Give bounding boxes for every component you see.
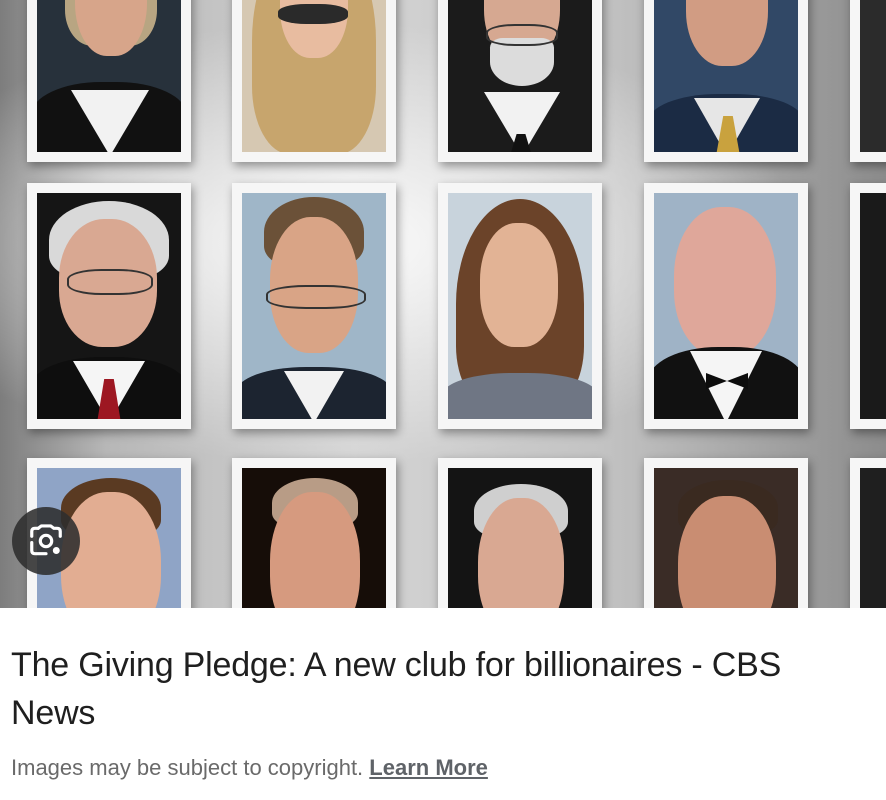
- portrait-frame: [232, 0, 396, 162]
- portrait-frame: [850, 183, 886, 429]
- portrait-frame: [27, 183, 191, 429]
- copyright-notice: Images may be subject to copyright. Lear…: [11, 755, 488, 781]
- portrait-frame: [850, 0, 886, 162]
- portrait-frame: [27, 0, 191, 162]
- portrait-frame: [232, 183, 396, 429]
- portrait-frame: [438, 0, 602, 162]
- portrait-frame: [438, 183, 602, 429]
- portrait-frame: [644, 0, 808, 162]
- portrait-frame: [644, 458, 808, 608]
- google-lens-button[interactable]: [12, 507, 80, 575]
- copyright-text: Images may be subject to copyright.: [11, 755, 364, 780]
- result-title-link[interactable]: The Giving Pledge: A new club for billio…: [11, 641, 871, 737]
- learn-more-link[interactable]: Learn More: [369, 755, 488, 780]
- result-image[interactable]: [0, 0, 886, 608]
- google-lens-icon: [30, 524, 62, 556]
- portrait-frame: [850, 458, 886, 608]
- portrait-frame: [438, 458, 602, 608]
- portrait-frame: [232, 458, 396, 608]
- portrait-frame: [644, 183, 808, 429]
